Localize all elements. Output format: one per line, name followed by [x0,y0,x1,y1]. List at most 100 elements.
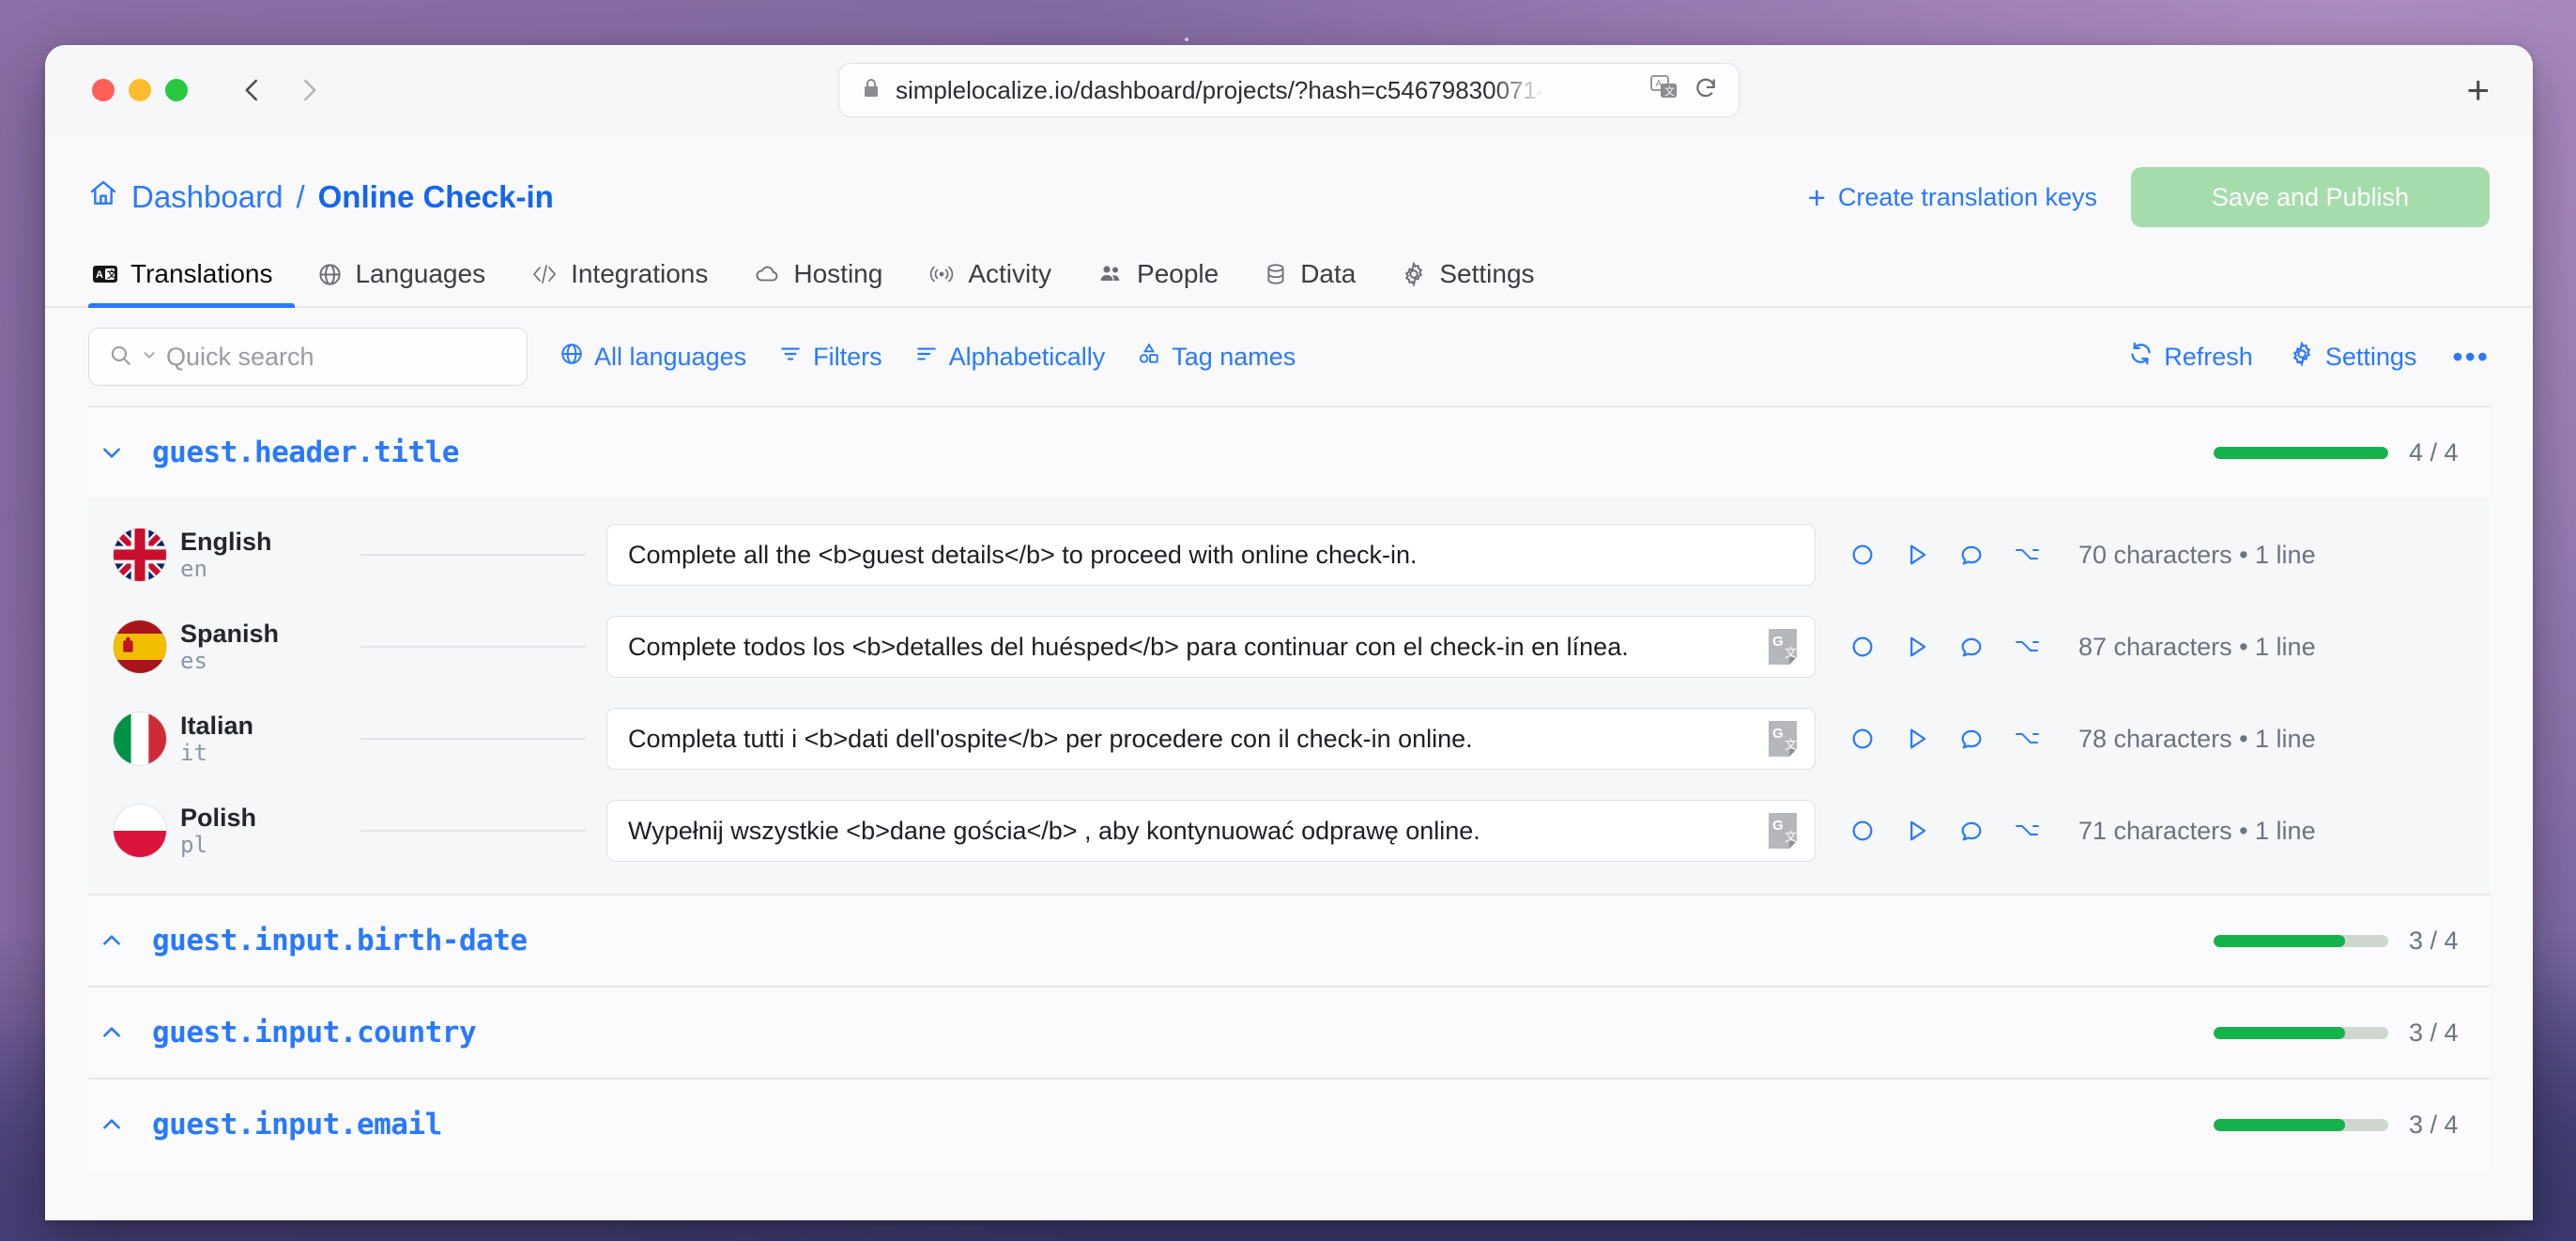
browser-titlebar: simplelocalize.io/dashboard/projects/?ha… [45,45,2533,135]
translation-input[interactable]: Complete all the <b>guest details</b> to… [606,524,1816,586]
translation-input-wrapper[interactable]: Complete todos los <b>detalles del huésp… [606,616,1816,678]
variant-flow-icon[interactable] [2013,634,2041,660]
comment-icon[interactable] [1958,634,1985,660]
translation-input-wrapper[interactable]: Wypełnij wszystkie <b>dane gościa</b> , … [606,800,1816,862]
machine-translation-badge-icon: G文 [1767,627,1806,666]
breadcrumb-current-project: Online Check-in [317,179,554,214]
status-circle-icon[interactable] [1849,818,1876,844]
key-name[interactable]: guest.input.country [152,1016,477,1049]
svg-text:文: 文 [1664,84,1675,98]
tab-hosting[interactable]: Hosting [730,259,905,306]
create-translation-keys-button[interactable]: + Create translation keys [1808,182,2097,213]
comment-icon[interactable] [1958,818,1985,844]
app-header: Dashboard / Online Check-in + Create tra… [45,135,2533,233]
tab-languages[interactable]: Languages [295,259,508,306]
gear-icon [2289,340,2315,374]
variant-flow-icon[interactable] [2013,818,2041,844]
character-count: 70 characters • 1 line [2078,540,2316,569]
chevron-up-icon[interactable] [100,928,124,953]
auto-translate-play-icon[interactable] [1904,542,1930,568]
translation-row: Spanish es Complete todos los <b>detalle… [88,601,2490,693]
reload-icon[interactable] [1694,76,1718,105]
translation-key-row: guest.input.email 3 / 4 [88,1078,2490,1170]
progress-text: 4 / 4 [2409,437,2459,467]
variant-flow-icon[interactable] [2013,726,2041,752]
desktop-wallpaper: simplelocalize.io/dashboard/projects/?ha… [0,0,2576,1241]
key-header[interactable]: guest.header.title 4 / 4 [88,407,2490,498]
breadcrumb-dashboard[interactable]: Dashboard [131,179,283,215]
key-header[interactable]: guest.input.country 3 / 4 [88,988,2490,1078]
comment-icon[interactable] [1958,542,1985,568]
key-name[interactable]: guest.input.email [152,1108,442,1141]
address-bar-actions[interactable]: A 文 [1650,74,1718,106]
translation-input[interactable]: Wypełnij wszystkie <b>dane gościa</b> , … [606,800,1816,862]
tab-label: Translations [130,259,273,288]
filters-button[interactable]: Filters [778,342,882,373]
tab-label: Hosting [793,259,883,288]
key-header[interactable]: guest.input.birth-date 3 / 4 [88,896,2490,986]
more-options-icon[interactable]: ••• [2452,342,2490,372]
chevron-up-icon[interactable] [100,1020,124,1045]
language-code: it [180,739,207,766]
page-translate-icon[interactable]: A 文 [1650,74,1679,106]
chevron-up-icon[interactable] [100,1112,124,1137]
row-actions [1849,634,2041,660]
key-name[interactable]: guest.header.title [152,436,459,469]
home-icon[interactable] [88,178,118,216]
language-name: Polish [180,804,257,833]
save-and-publish-button[interactable]: Save and Publish [2131,167,2490,227]
new-tab-button[interactable]: + [2466,70,2490,110]
address-bar[interactable]: simplelocalize.io/dashboard/projects/?ha… [838,63,1740,117]
translations-toolbar: Quick search All languages Filters Alpha… [45,308,2533,406]
tab-integrations[interactable]: Integrations [508,259,730,306]
translation-keys-list: guest.header.title 4 / 4 English en Comp… [45,406,2533,1220]
tab-activity[interactable]: Activity [905,259,1074,306]
comment-icon[interactable] [1958,726,1985,752]
translation-input-wrapper[interactable]: Completa tutti i <b>dati dell'ospite</b>… [606,708,1816,770]
progress-bar [2214,1118,2388,1131]
status-circle-icon[interactable] [1849,634,1876,660]
navigation-buttons[interactable] [237,74,325,106]
breadcrumb: Dashboard / Online Check-in [88,178,554,216]
window-controls[interactable] [92,79,188,101]
auto-translate-play-icon[interactable] [1904,818,1930,844]
language-label: English en [180,528,340,581]
forward-icon[interactable] [293,74,325,106]
search-input[interactable]: Quick search [88,328,528,386]
plus-icon: + [1807,179,1826,215]
translation-input-wrapper[interactable]: Complete all the <b>guest details</b> to… [606,524,1816,586]
auto-translate-play-icon[interactable] [1904,726,1930,752]
toolbar-settings-label: Settings [2324,342,2417,371]
tag-names-button[interactable]: Tag names [1137,342,1296,373]
progress-text: 3 / 4 [2409,1110,2459,1139]
close-window-button[interactable] [92,79,115,101]
maximize-window-button[interactable] [165,79,188,101]
sort-button[interactable]: Alphabetically [914,342,1105,373]
toolbar-settings-button[interactable]: Settings [2289,340,2417,374]
svg-text:文: 文 [1785,646,1797,660]
shapes-icon [1137,342,1161,373]
tab-settings[interactable]: Settings [1378,259,1556,306]
status-circle-icon[interactable] [1849,542,1876,568]
translation-input[interactable]: Completa tutti i <b>dati dell'ospite</b>… [606,708,1816,770]
key-header[interactable]: guest.input.email 3 / 4 [88,1080,2490,1170]
chevron-down-icon[interactable] [100,440,124,465]
back-icon[interactable] [237,74,268,106]
variant-flow-icon[interactable] [2013,542,2041,568]
translation-row: Polish pl Wypełnij wszystkie <b>dane goś… [88,785,2490,877]
auto-translate-play-icon[interactable] [1904,634,1930,660]
status-circle-icon[interactable] [1849,726,1876,752]
key-progress: 4 / 4 [2214,438,2478,467]
people-icon [1096,262,1125,286]
tab-people[interactable]: People [1074,259,1241,306]
refresh-button[interactable]: Refresh [2128,341,2253,373]
tab-data[interactable]: Data [1241,259,1378,306]
search-caret-icon[interactable] [142,347,157,367]
tab-translations[interactable]: A文 Translations [88,259,296,308]
key-name[interactable]: guest.input.birth-date [152,924,528,958]
character-count: 78 characters • 1 line [2078,724,2316,753]
code-icon [530,262,559,286]
translation-input[interactable]: Complete todos los <b>detalles del huésp… [606,616,1816,678]
minimize-window-button[interactable] [129,79,151,101]
all-languages-filter[interactable]: All languages [560,342,746,373]
